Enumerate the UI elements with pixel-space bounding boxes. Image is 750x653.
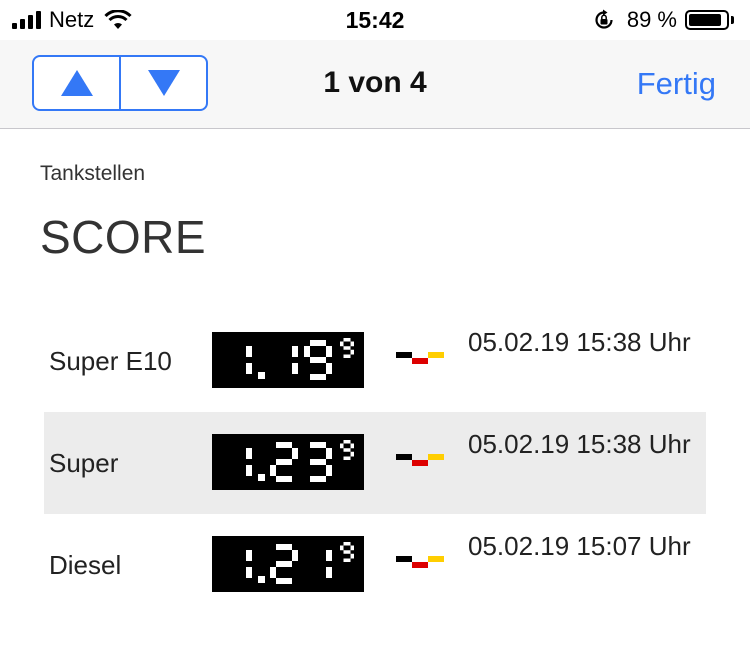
- orientation-lock-icon: [595, 9, 613, 29]
- price-segment: [350, 451, 354, 457]
- price-segment: [276, 561, 292, 567]
- price-segment: [310, 374, 326, 380]
- price-segment: [343, 440, 351, 444]
- updated-timestamp: 05.02.19 15:38 Uhr: [468, 327, 691, 357]
- price-segment: [292, 363, 298, 374]
- price-segment: [246, 465, 252, 476]
- price-segment: [310, 459, 326, 465]
- price-segment: [310, 442, 326, 448]
- price-segment: [343, 346, 351, 350]
- battery-cap: [731, 16, 734, 24]
- price-segment: [326, 363, 332, 374]
- price-segment: [276, 459, 292, 465]
- price-row: Super 05.02.19 15:38 Uhr: [44, 412, 706, 514]
- decimal-point: [258, 372, 265, 379]
- price-segment: [340, 545, 344, 551]
- triangle-down-icon: [147, 70, 180, 96]
- price-segment: [270, 567, 276, 578]
- price-segment: [350, 553, 354, 559]
- price-segment: [292, 550, 298, 561]
- price-digits: [246, 338, 354, 380]
- price-segment: [343, 338, 351, 342]
- price-list: Super E10 05.02.19 15:38 Uhr Super 05.02…: [44, 310, 706, 616]
- price-segment: [292, 448, 298, 459]
- fuel-name: Diesel: [49, 550, 122, 580]
- category-label: Tankstellen: [40, 162, 146, 185]
- price-segment: [350, 545, 354, 551]
- price-segment: [343, 558, 351, 562]
- battery-icon: [685, 10, 729, 30]
- price-segment: [270, 465, 276, 476]
- german-flag-icon: [396, 352, 444, 364]
- price-segment: [326, 465, 332, 476]
- price-display: [212, 332, 364, 388]
- price-segment: [246, 567, 252, 578]
- german-flag-icon: [396, 454, 444, 466]
- next-button[interactable]: [119, 57, 206, 109]
- price-segment: [310, 340, 326, 346]
- price-segment: [310, 476, 326, 482]
- price-segment: [246, 363, 252, 374]
- price-segment: [304, 346, 310, 357]
- price-segment: [326, 346, 332, 357]
- price-segment: [246, 448, 252, 459]
- price-segment: [246, 346, 252, 357]
- price-display: [212, 434, 364, 490]
- price-segment: [326, 448, 332, 459]
- price-segment: [340, 341, 344, 347]
- price-segment: [350, 349, 354, 355]
- price-segment: [343, 550, 351, 554]
- price-segment: [340, 443, 344, 449]
- fuel-name: Super: [49, 448, 119, 478]
- price-segment: [292, 346, 298, 357]
- triangle-up-icon: [60, 70, 93, 96]
- price-segment: [343, 456, 351, 460]
- price-segment: [276, 578, 292, 584]
- fuel-name: Super E10: [49, 346, 172, 376]
- battery-percent: 89 %: [626, 7, 677, 32]
- price-display: [212, 536, 364, 592]
- station-title: SCORE: [40, 211, 207, 263]
- price-segment: [276, 476, 292, 482]
- updated-timestamp: 05.02.19 15:38 Uhr: [468, 429, 691, 459]
- price-segment: [310, 357, 326, 363]
- price-segment: [276, 442, 292, 448]
- price-segment: [276, 544, 292, 550]
- updated-timestamp: 05.02.19 15:07 Uhr: [468, 531, 691, 561]
- status-right: 89 %: [593, 7, 734, 33]
- price-segment: [326, 550, 332, 561]
- price-segment: [350, 341, 354, 347]
- price-segment: [350, 443, 354, 449]
- price-row: Diesel 05.02.19 15:07 Uhr: [44, 514, 706, 616]
- german-flag-icon: [396, 556, 444, 568]
- price-segment: [343, 354, 351, 358]
- price-segment: [343, 542, 351, 546]
- decimal-point: [258, 474, 265, 481]
- price-digits: [246, 542, 354, 584]
- previous-button[interactable]: [34, 57, 119, 109]
- price-digits: [246, 440, 354, 482]
- price-segment: [343, 448, 351, 452]
- prev-next-stepper: [32, 55, 208, 111]
- nav-bar: 1 von 4 Fertig: [0, 40, 750, 129]
- done-button[interactable]: Fertig: [637, 66, 716, 102]
- status-bar: Netz 15:42 89 %: [0, 0, 750, 40]
- price-segment: [246, 550, 252, 561]
- price-segment: [326, 567, 332, 578]
- decimal-point: [258, 576, 265, 583]
- price-row: Super E10 05.02.19 15:38 Uhr: [44, 310, 706, 412]
